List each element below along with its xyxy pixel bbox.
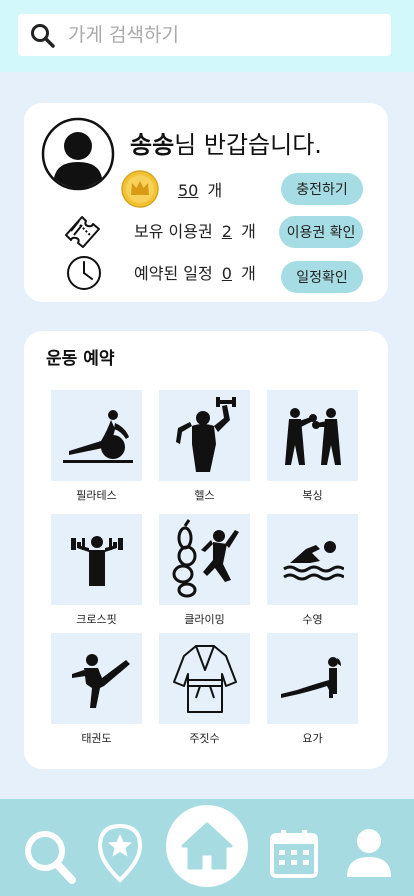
- exercise-label: 수영: [302, 613, 323, 626]
- schedule-count: 예약된 일정 0 개: [134, 264, 256, 283]
- exercise-tile-climbing[interactable]: 클라이밍: [159, 514, 250, 627]
- yoga-icon: [280, 656, 341, 698]
- exercise-tile-fitness[interactable]: 헬스: [159, 390, 250, 503]
- exercise-label: 크로스핏: [76, 613, 117, 626]
- schedule-check-button[interactable]: 일정확인: [281, 261, 363, 293]
- avatar: [41, 117, 115, 191]
- home-icon: [181, 822, 233, 870]
- search-icon[interactable]: [23, 829, 77, 885]
- coin-icon: [121, 170, 159, 208]
- exercise-tile-taekwondo[interactable]: 태권도: [51, 633, 142, 746]
- ticket-icon: [65, 216, 100, 248]
- profile-card: 송송님 반갑습니다. 50 개 보유 이용권 2 개 예약된 일정 0 개 충전…: [24, 103, 388, 302]
- exercise-label: 필라테스: [76, 489, 117, 502]
- search-bar[interactable]: [18, 14, 391, 56]
- section-title: 운동 예약: [46, 349, 115, 369]
- exercise-booking-card: 운동 예약 필라테스 헬스 복싱 크로스핏 클라이밍 수영 태권도 주짓수 요가: [24, 331, 388, 769]
- exercise-tile-pilates[interactable]: 필라테스: [51, 390, 142, 503]
- calendar-icon[interactable]: [269, 829, 319, 879]
- exercise-tile-boxing[interactable]: 복싱: [267, 390, 358, 503]
- exercise-label: 클라이밍: [184, 613, 225, 626]
- ticket-count: 보유 이용권 2 개: [134, 222, 256, 241]
- exercise-tile-yoga[interactable]: 요가: [267, 633, 358, 746]
- top-bar: [0, 0, 414, 72]
- home-button[interactable]: [166, 805, 248, 887]
- greeting-text: 송송님 반갑습니다.: [130, 125, 322, 160]
- exercise-tile-crossfit[interactable]: 크로스핏: [51, 514, 142, 627]
- exercise-label: 헬스: [194, 489, 215, 502]
- exercise-tile-jiujitsu[interactable]: 주짓수: [159, 633, 250, 746]
- user-name: 송송: [130, 131, 175, 159]
- coin-count: 50 개: [178, 181, 223, 200]
- search-input[interactable]: [68, 19, 378, 51]
- ticket-check-button[interactable]: 이용권 확인: [279, 216, 363, 248]
- swimming-icon: [282, 540, 344, 580]
- exercise-label: 태권도: [81, 732, 112, 745]
- greeting-suffix: 님 반갑습니다.: [174, 131, 322, 159]
- exercise-label: 복싱: [302, 489, 323, 502]
- fitness-icon: [175, 396, 236, 472]
- climbing-icon: [172, 518, 239, 597]
- taekwondo-icon: [71, 653, 130, 708]
- user-icon[interactable]: [345, 827, 393, 879]
- boxing-icon: [284, 407, 341, 465]
- location-star-icon[interactable]: [96, 823, 144, 883]
- exercise-tile-swimming[interactable]: 수영: [267, 514, 358, 627]
- charge-button[interactable]: 충전하기: [281, 173, 363, 205]
- clock-icon: [67, 256, 101, 290]
- jiujitsu-icon: [172, 644, 237, 713]
- bottom-nav: [0, 799, 414, 896]
- exercise-label: 요가: [302, 732, 323, 745]
- search-icon[interactable]: [30, 23, 56, 49]
- exercise-label: 주짓수: [189, 732, 220, 745]
- pilates-icon: [62, 409, 133, 463]
- crossfit-icon: [70, 535, 123, 586]
